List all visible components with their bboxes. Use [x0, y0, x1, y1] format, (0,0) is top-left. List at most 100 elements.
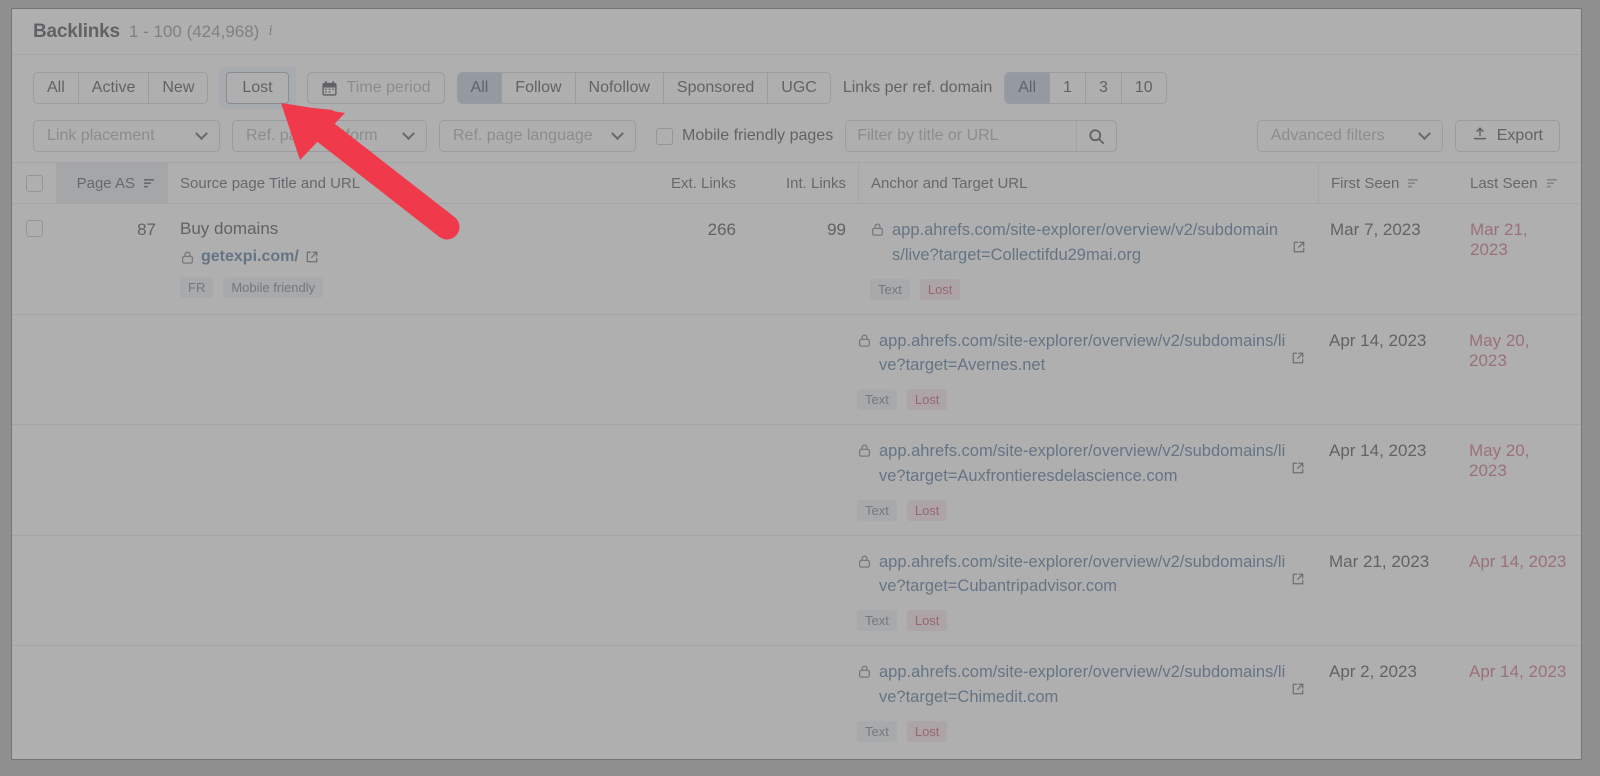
follow-segment-ugc[interactable]: UGC [768, 73, 830, 103]
column-header-last-seen[interactable]: Last Seen [1458, 163, 1581, 203]
table-subrow[interactable]: app.ahrefs.com/site-explorer/overview/v2… [12, 534, 1581, 631]
status-segment-lost[interactable]: Lost [226, 72, 289, 104]
table-row[interactable]: 87 Buy domains getexpi.com/ FR Mobile fr… [12, 204, 1581, 300]
advanced-filters-dropdown[interactable]: Advanced filters [1256, 120, 1443, 152]
anchor-link-line[interactable]: app.ahrefs.com/site-explorer/overview/v2… [857, 550, 1305, 600]
source-tags: FR Mobile friendly [180, 277, 626, 299]
lprd-segment-1[interactable]: 1 [1050, 73, 1086, 103]
column-header-first-seen[interactable]: First Seen [1318, 163, 1458, 203]
ref-page-platform-dropdown[interactable]: Ref. page platform [232, 120, 427, 152]
lprd-segment-all[interactable]: All [1005, 73, 1051, 103]
external-link-icon[interactable] [1291, 550, 1305, 586]
time-period-filter[interactable]: Time period [306, 72, 445, 104]
cell-first-seen-2: Apr 14, 2023 [1329, 441, 1427, 460]
tag-link-status: Lost [906, 610, 948, 631]
table-subrow[interactable]: app.ahrefs.com/site-explorer/overview/v2… [12, 645, 1581, 742]
row-select-checkbox[interactable] [25, 220, 43, 237]
result-range: 1 - 100 (424,968) [128, 21, 260, 41]
select-all-cell[interactable] [12, 163, 56, 203]
column-header-anchor[interactable]: Anchor and Target URL [858, 163, 1318, 203]
table-subrow[interactable]: app.ahrefs.com/site-explorer/overview/v2… [12, 424, 1581, 521]
external-link-icon[interactable] [1292, 218, 1306, 254]
follow-type-segmented-control[interactable]: All Follow Nofollow Sponsored UGC [456, 72, 831, 104]
status-segment-new[interactable]: New [149, 73, 208, 103]
table-body: 87 Buy domains getexpi.com/ FR Mobile fr… [12, 204, 1581, 742]
tag-link-type: Text [870, 278, 910, 300]
follow-segment-nofollow[interactable]: Nofollow [575, 73, 664, 103]
source-url-line[interactable]: getexpi.com/ [180, 248, 626, 266]
table-subrow[interactable]: app.ahrefs.com/site-explorer/overview/v2… [12, 313, 1581, 410]
column-header-last-seen-label: Last Seen [1470, 174, 1538, 192]
target-url[interactable]: app.ahrefs.com/site-explorer/overview/v2… [879, 329, 1288, 379]
time-period-label: Time period [346, 79, 431, 96]
external-link-icon[interactable] [1291, 329, 1305, 365]
export-label: Export [1496, 127, 1543, 144]
column-header-page-as[interactable]: Page AS [56, 163, 168, 203]
follow-segment-sponsored[interactable]: Sponsored [663, 73, 769, 103]
screen: Backlinks 1 - 100 (424,968) i All Active… [0, 0, 1600, 776]
table-header-row: Page AS Source page Title and URL Ext. L… [12, 162, 1581, 204]
cell-last-seen-4: Apr 14, 2023 [1469, 662, 1567, 681]
links-per-ref-domain-segmented-control[interactable]: All 1 3 10 [1004, 72, 1167, 104]
row-select-cell[interactable] [12, 218, 56, 237]
cell-first-seen-0: Mar 7, 2023 [1330, 220, 1421, 239]
export-button[interactable]: Export [1454, 120, 1560, 152]
cell-last-seen-2: May 20, 2023 [1469, 441, 1530, 480]
ref-page-language-dropdown[interactable]: Ref. page language [439, 120, 636, 152]
column-header-ext-links[interactable]: Ext. Links [638, 163, 748, 203]
column-header-first-seen-label: First Seen [1331, 174, 1400, 192]
column-header-source[interactable]: Source page Title and URL [168, 163, 638, 203]
link-placement-dropdown[interactable]: Link placement [33, 120, 220, 152]
search-input[interactable] [846, 121, 1077, 151]
link-placement-label: Link placement [47, 127, 155, 144]
external-link-icon[interactable] [1291, 660, 1305, 696]
lprd-segment-10[interactable]: 10 [1121, 73, 1166, 103]
column-header-page-as-label: Page AS [76, 174, 135, 192]
cell-first-seen-3: Mar 21, 2023 [1329, 551, 1430, 571]
cell-page-as: 87 [137, 220, 156, 239]
source-page-title: Buy domains [180, 219, 279, 238]
lock-icon [870, 218, 885, 237]
status-segmented-control[interactable]: All Active New [33, 72, 209, 104]
tag-link-type: Text [857, 610, 897, 631]
filter-row-secondary: Link placement Ref. page platform Ref. p… [33, 120, 1560, 152]
filter-search-box[interactable] [845, 120, 1118, 152]
lock-icon [180, 250, 195, 265]
search-button[interactable] [1076, 121, 1116, 151]
ref-page-language-label: Ref. page language [453, 127, 593, 144]
cell-last-seen-0: Mar 21, 2023 [1470, 220, 1528, 259]
follow-segment-all[interactable]: All [457, 73, 503, 103]
target-url[interactable]: app.ahrefs.com/site-explorer/overview/v2… [892, 218, 1289, 268]
sort-icon [142, 177, 156, 189]
lprd-segment-3[interactable]: 3 [1085, 73, 1122, 103]
select-all-checkbox[interactable] [25, 174, 43, 192]
status-segment-lost-focus-ring: Lost [219, 67, 296, 109]
status-segment-all[interactable]: All [34, 73, 79, 103]
external-link-icon[interactable] [305, 250, 319, 264]
source-url[interactable]: getexpi.com/ [201, 248, 299, 266]
cell-anchor-0: app.ahrefs.com/site-explorer/overview/v2… [858, 218, 1318, 300]
anchor-link-line[interactable]: app.ahrefs.com/site-explorer/overview/v2… [870, 218, 1306, 268]
target-url[interactable]: app.ahrefs.com/site-explorer/overview/v2… [879, 550, 1288, 600]
backlinks-panel: Backlinks 1 - 100 (424,968) i All Active… [11, 8, 1582, 760]
target-url[interactable]: app.ahrefs.com/site-explorer/overview/v2… [879, 439, 1288, 489]
cell-last-seen-1: May 20, 2023 [1469, 330, 1530, 370]
cell-anchor-3: app.ahrefs.com/site-explorer/overview/v2… [857, 550, 1317, 631]
anchor-link-line[interactable]: app.ahrefs.com/site-explorer/overview/v2… [857, 660, 1305, 710]
status-segment-active[interactable]: Active [78, 73, 150, 103]
calendar-icon [321, 80, 338, 97]
anchor-link-line[interactable]: app.ahrefs.com/site-explorer/overview/v2… [857, 439, 1305, 489]
cell-ext-links: 266 [707, 220, 736, 239]
mobile-friendly-checkbox[interactable] [656, 127, 673, 145]
chevron-down-icon [1417, 126, 1431, 140]
mobile-friendly-checkbox-group[interactable]: Mobile friendly pages [656, 127, 833, 145]
anchor-link-line[interactable]: app.ahrefs.com/site-explorer/overview/v2… [857, 329, 1305, 379]
column-header-int-links[interactable]: Int. Links [748, 163, 858, 203]
tag-link-status: Lost [906, 389, 948, 410]
external-link-icon[interactable] [1291, 439, 1305, 475]
cell-first-seen-1: Apr 14, 2023 [1329, 330, 1427, 350]
target-url[interactable]: app.ahrefs.com/site-explorer/overview/v2… [879, 660, 1288, 710]
follow-segment-follow[interactable]: Follow [502, 73, 576, 103]
link-tags: Text Lost [857, 389, 1305, 410]
info-icon[interactable]: i [268, 23, 272, 40]
